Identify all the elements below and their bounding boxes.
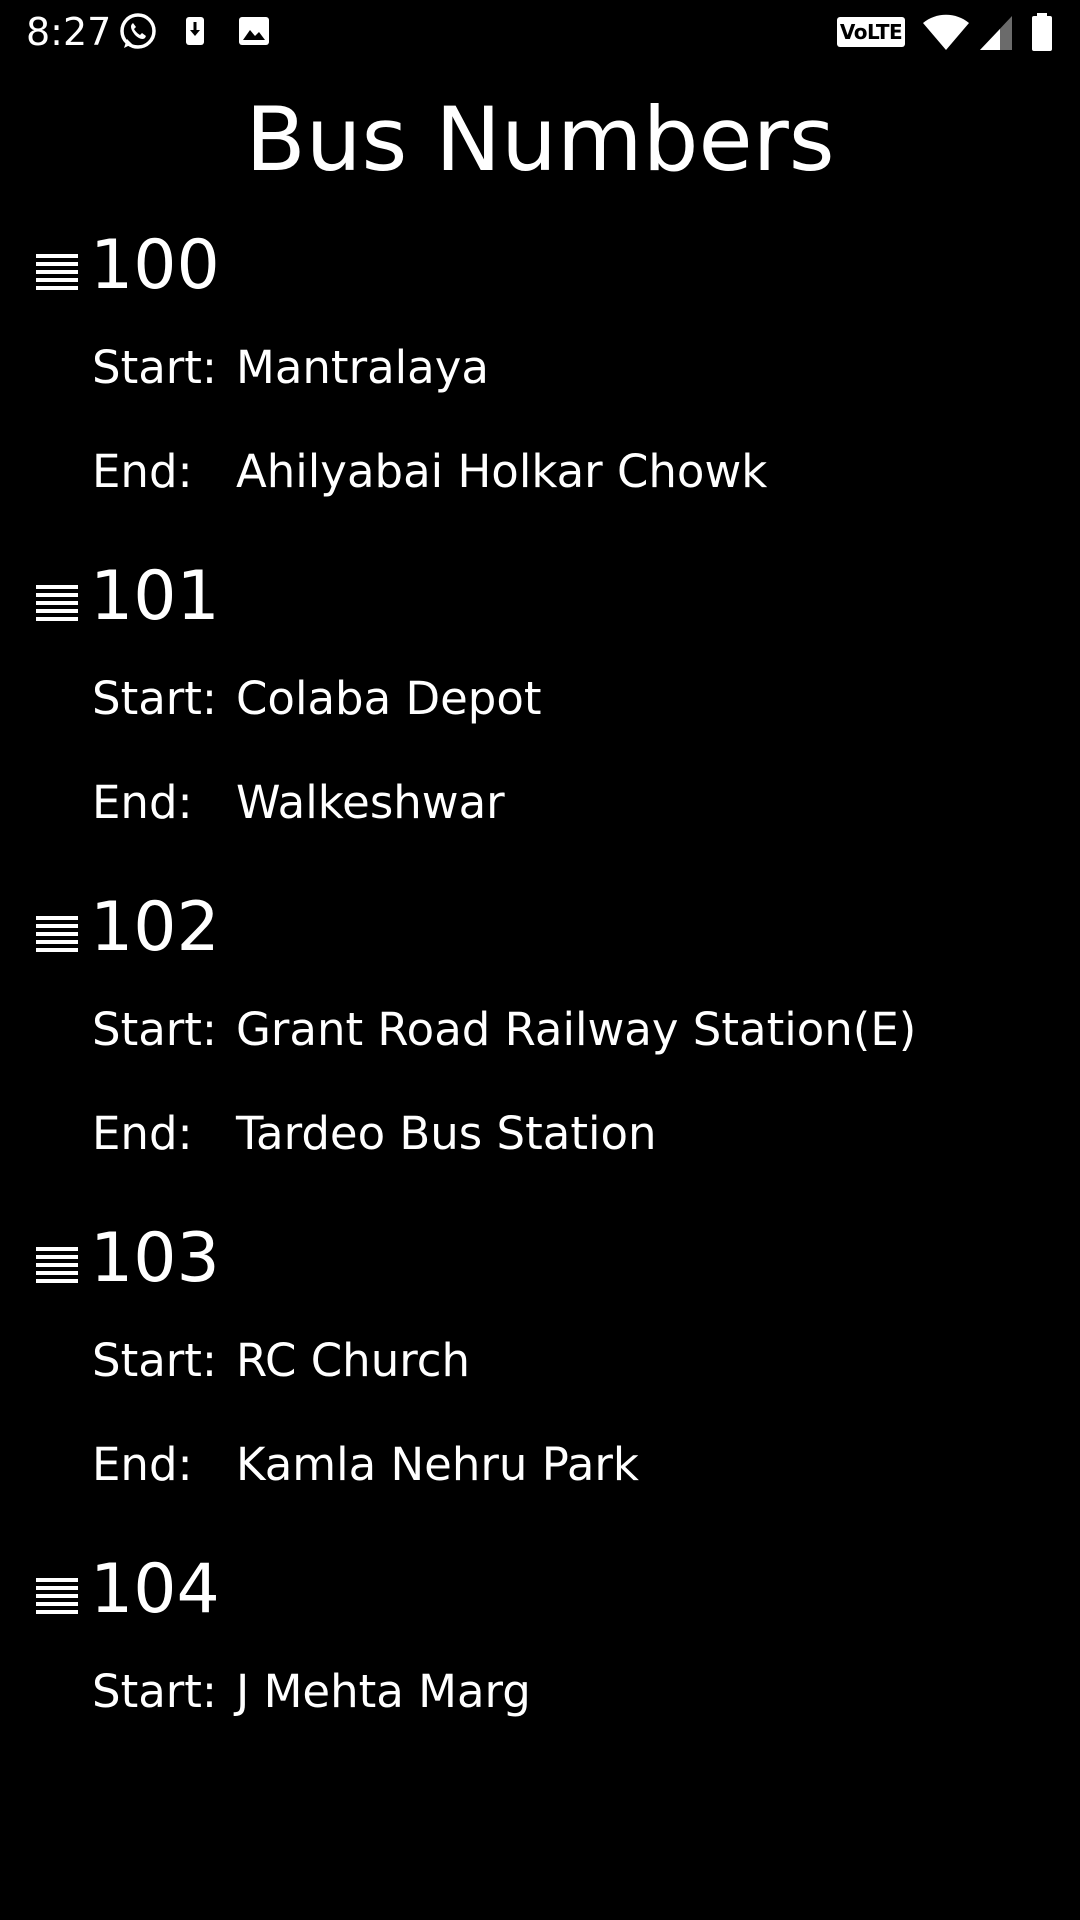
start-stop: RC Church [236, 1334, 470, 1387]
drag-handle-icon[interactable] [36, 252, 78, 296]
wifi-icon [923, 14, 969, 50]
download-icon [186, 17, 204, 45]
end-stop: Walkeshwar [236, 776, 505, 829]
volte-icon: VoLTE [837, 17, 905, 47]
bus-header: 101 [0, 553, 1080, 649]
image-icon [239, 17, 269, 45]
list-item[interactable]: 103 Start: RC Church End: Kamla Nehru Pa… [0, 1215, 1080, 1546]
start-row: Start: Colaba Depot [0, 649, 1080, 753]
start-stop: Mantralaya [236, 341, 489, 394]
drag-handle-icon[interactable] [36, 914, 78, 958]
bus-number: 101 [90, 557, 220, 636]
end-label: End: [92, 445, 193, 498]
bus-header: 104 [0, 1546, 1080, 1642]
battery-icon [1032, 13, 1052, 51]
end-label: End: [92, 1438, 193, 1491]
bus-header: 103 [0, 1215, 1080, 1311]
bus-header: 100 [0, 222, 1080, 318]
start-row: Start: RC Church [0, 1311, 1080, 1415]
start-label: Start: [92, 672, 218, 725]
bus-number: 100 [90, 226, 220, 305]
bus-list: 100 Start: Mantralaya End: Ahilyabai Hol… [0, 222, 1080, 1877]
drag-handle-icon[interactable] [36, 1576, 78, 1620]
status-time: 8:27 [26, 10, 112, 54]
end-stop: Tardeo Bus Station [236, 1107, 657, 1160]
page-title: Bus Numbers [245, 88, 835, 191]
bus-number: 103 [90, 1219, 220, 1298]
start-label: Start: [92, 341, 218, 394]
end-label: End: [92, 1107, 193, 1160]
start-stop: Grant Road Railway Station(E) [236, 1003, 917, 1056]
bus-number: 104 [90, 1550, 220, 1629]
bus-header: 102 [0, 884, 1080, 980]
end-row: End: Ahilyabai Holkar Chowk [0, 422, 1080, 526]
drag-handle-icon[interactable] [36, 1245, 78, 1289]
drag-handle-icon[interactable] [36, 583, 78, 627]
end-stop: Ahilyabai Holkar Chowk [236, 445, 768, 498]
start-stop: Colaba Depot [236, 672, 542, 725]
end-stop: Kamla Nehru Park [236, 1438, 639, 1491]
whatsapp-icon [120, 13, 156, 49]
start-label: Start: [92, 1003, 218, 1056]
bus-number: 102 [90, 888, 220, 967]
start-row: Start: J Mehta Marg [0, 1642, 1080, 1746]
end-label: End: [92, 776, 193, 829]
signal-icon [980, 16, 1012, 50]
end-row: End: Walkeshwar [0, 753, 1080, 857]
start-stop: J Mehta Marg [236, 1665, 531, 1718]
start-label: Start: [92, 1665, 218, 1718]
list-item[interactable]: 101 Start: Colaba Depot End: Walkeshwar [0, 553, 1080, 884]
start-label: Start: [92, 1334, 218, 1387]
start-row: Start: Mantralaya [0, 318, 1080, 422]
status-bar: 8:27 VoLTE [0, 0, 1080, 64]
start-row: Start: Grant Road Railway Station(E) [0, 980, 1080, 1084]
list-item[interactable]: 100 Start: Mantralaya End: Ahilyabai Hol… [0, 222, 1080, 553]
list-item[interactable]: 104 Start: J Mehta Marg [0, 1546, 1080, 1877]
end-row: End: Kamla Nehru Park [0, 1415, 1080, 1519]
list-item[interactable]: 102 Start: Grant Road Railway Station(E)… [0, 884, 1080, 1215]
end-row: End: Tardeo Bus Station [0, 1084, 1080, 1188]
